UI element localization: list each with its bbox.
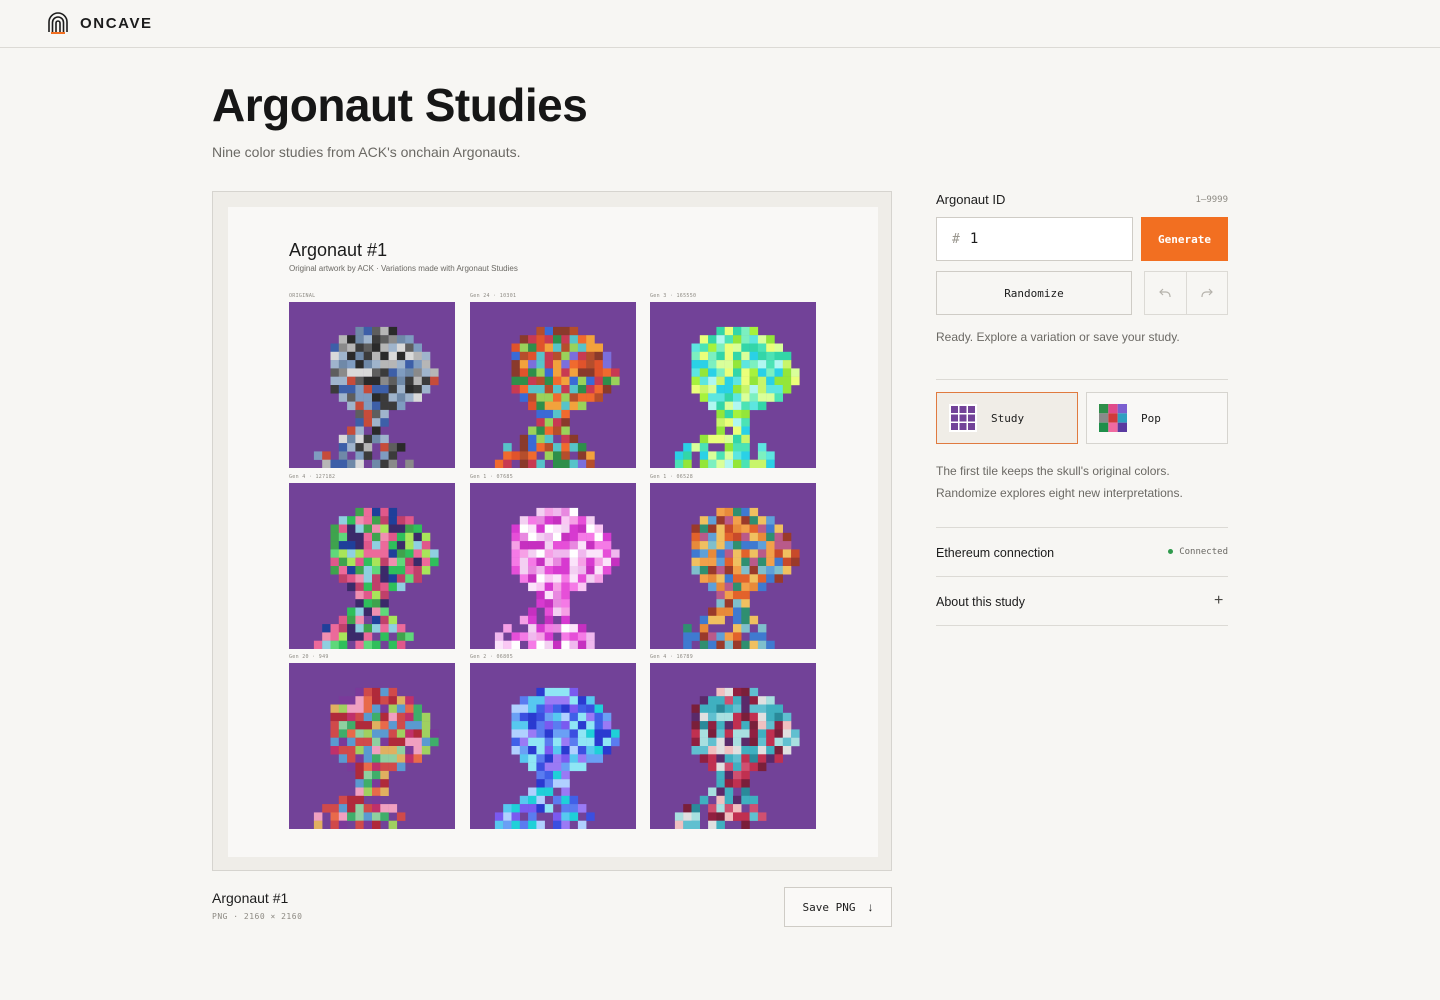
tile-label: ORIGINAL: [289, 293, 316, 299]
argonaut-id-range: 1–9999: [1195, 195, 1228, 205]
mode-pop-label: Pop: [1141, 411, 1161, 425]
mode-description-line-1: The first tile keeps the skull's origina…: [936, 464, 1170, 478]
history-controls: [1144, 271, 1228, 315]
brand-logo[interactable]: ONCAVE: [47, 12, 153, 34]
hash-prefix: #: [952, 231, 960, 247]
connection-status-text: Connected: [1179, 547, 1228, 557]
export-title: Argonaut #1: [212, 890, 289, 906]
argonaut-pixel-art: [313, 687, 439, 829]
tile-label: Gen 20 · 949: [289, 654, 329, 660]
argonaut-pixel-art: [683, 507, 800, 649]
argonaut-pixel-art: [674, 687, 800, 829]
argonaut-pixel-art: [494, 687, 620, 829]
randomize-button[interactable]: Randomize: [936, 271, 1132, 315]
oncave-logo-icon: [48, 12, 68, 34]
pop-grid-icon: [1099, 404, 1127, 432]
argonaut-pixel-art: [313, 507, 439, 649]
undo-icon: [1159, 288, 1171, 297]
mode-study-label: Study: [991, 411, 1025, 425]
page-title: Argonaut Studies: [212, 79, 588, 131]
variation-tile[interactable]: [289, 302, 455, 468]
download-arrow-icon: ↓: [867, 900, 874, 914]
status-message: Ready. Explore a variation or save your …: [936, 330, 1180, 344]
mode-pop-card[interactable]: Pop: [1086, 392, 1228, 444]
artwork-preview-frame: Argonaut #1 Original artwork by ACK · Va…: [212, 191, 892, 871]
argonaut-pixel-art: [313, 326, 439, 468]
divider: [936, 625, 1228, 626]
grid-icon: [949, 404, 977, 432]
artwork-canvas: Argonaut #1 Original artwork by ACK · Va…: [228, 207, 878, 857]
tile-label: Gen 2 · 06805: [470, 654, 514, 660]
divider: [936, 379, 1228, 380]
mode-description-line-2: Randomize explores eight new interpretat…: [936, 486, 1183, 500]
tile-label: Gen 1 · 06528: [650, 474, 694, 480]
about-study-toggle[interactable]: About this study: [936, 595, 1025, 609]
save-png-button[interactable]: Save PNG ↓: [784, 887, 892, 927]
status-dot-icon: [1168, 549, 1174, 554]
variation-tile[interactable]: [470, 483, 636, 649]
argonaut-id-input[interactable]: [969, 231, 1120, 247]
tile-label: Gen 4 · 127182: [289, 474, 336, 480]
save-png-label: Save PNG: [802, 900, 856, 914]
argonaut-pixel-art: [674, 326, 800, 468]
variation-tile[interactable]: [470, 302, 636, 468]
argonaut-id-label: Argonaut ID: [936, 192, 1006, 207]
expand-plus-icon[interactable]: +: [1214, 592, 1223, 610]
variation-tile[interactable]: [650, 302, 816, 468]
argonaut-pixel-art: [494, 326, 620, 468]
redo-icon: [1201, 288, 1213, 297]
variation-tile[interactable]: [650, 663, 816, 829]
tile-label: Gen 4 · 16789: [650, 654, 694, 660]
variation-tile[interactable]: [470, 663, 636, 829]
tile-label: Gen 1 · 07685: [470, 474, 514, 480]
divider: [936, 527, 1228, 528]
variation-tile[interactable]: [650, 483, 816, 649]
argonaut-pixel-art: [494, 507, 620, 649]
artwork-subtitle: Original artwork by ACK · Variations mad…: [289, 264, 518, 273]
connection-status: Connected: [1160, 547, 1228, 557]
export-meta: PNG · 2160 × 2160: [212, 912, 303, 921]
variation-tile[interactable]: [289, 483, 455, 649]
variation-tile[interactable]: [289, 663, 455, 829]
page-subtitle: Nine color studies from ACK's onchain Ar…: [212, 144, 521, 160]
tile-label: Gen 24 · 10301: [470, 293, 517, 299]
tile-label: Gen 3 · 165550: [650, 293, 697, 299]
argonaut-id-field[interactable]: #: [936, 217, 1133, 261]
brand-name: ONCAVE: [80, 14, 153, 32]
ethereum-connection-label: Ethereum connection: [936, 546, 1055, 560]
undo-button[interactable]: [1145, 272, 1186, 314]
divider: [936, 576, 1228, 577]
generate-button[interactable]: Generate: [1141, 217, 1228, 261]
top-bar: ONCAVE: [0, 0, 1440, 48]
artwork-title: Argonaut #1: [289, 240, 388, 260]
redo-button[interactable]: [1185, 272, 1228, 314]
mode-study-card[interactable]: Study: [936, 392, 1078, 444]
